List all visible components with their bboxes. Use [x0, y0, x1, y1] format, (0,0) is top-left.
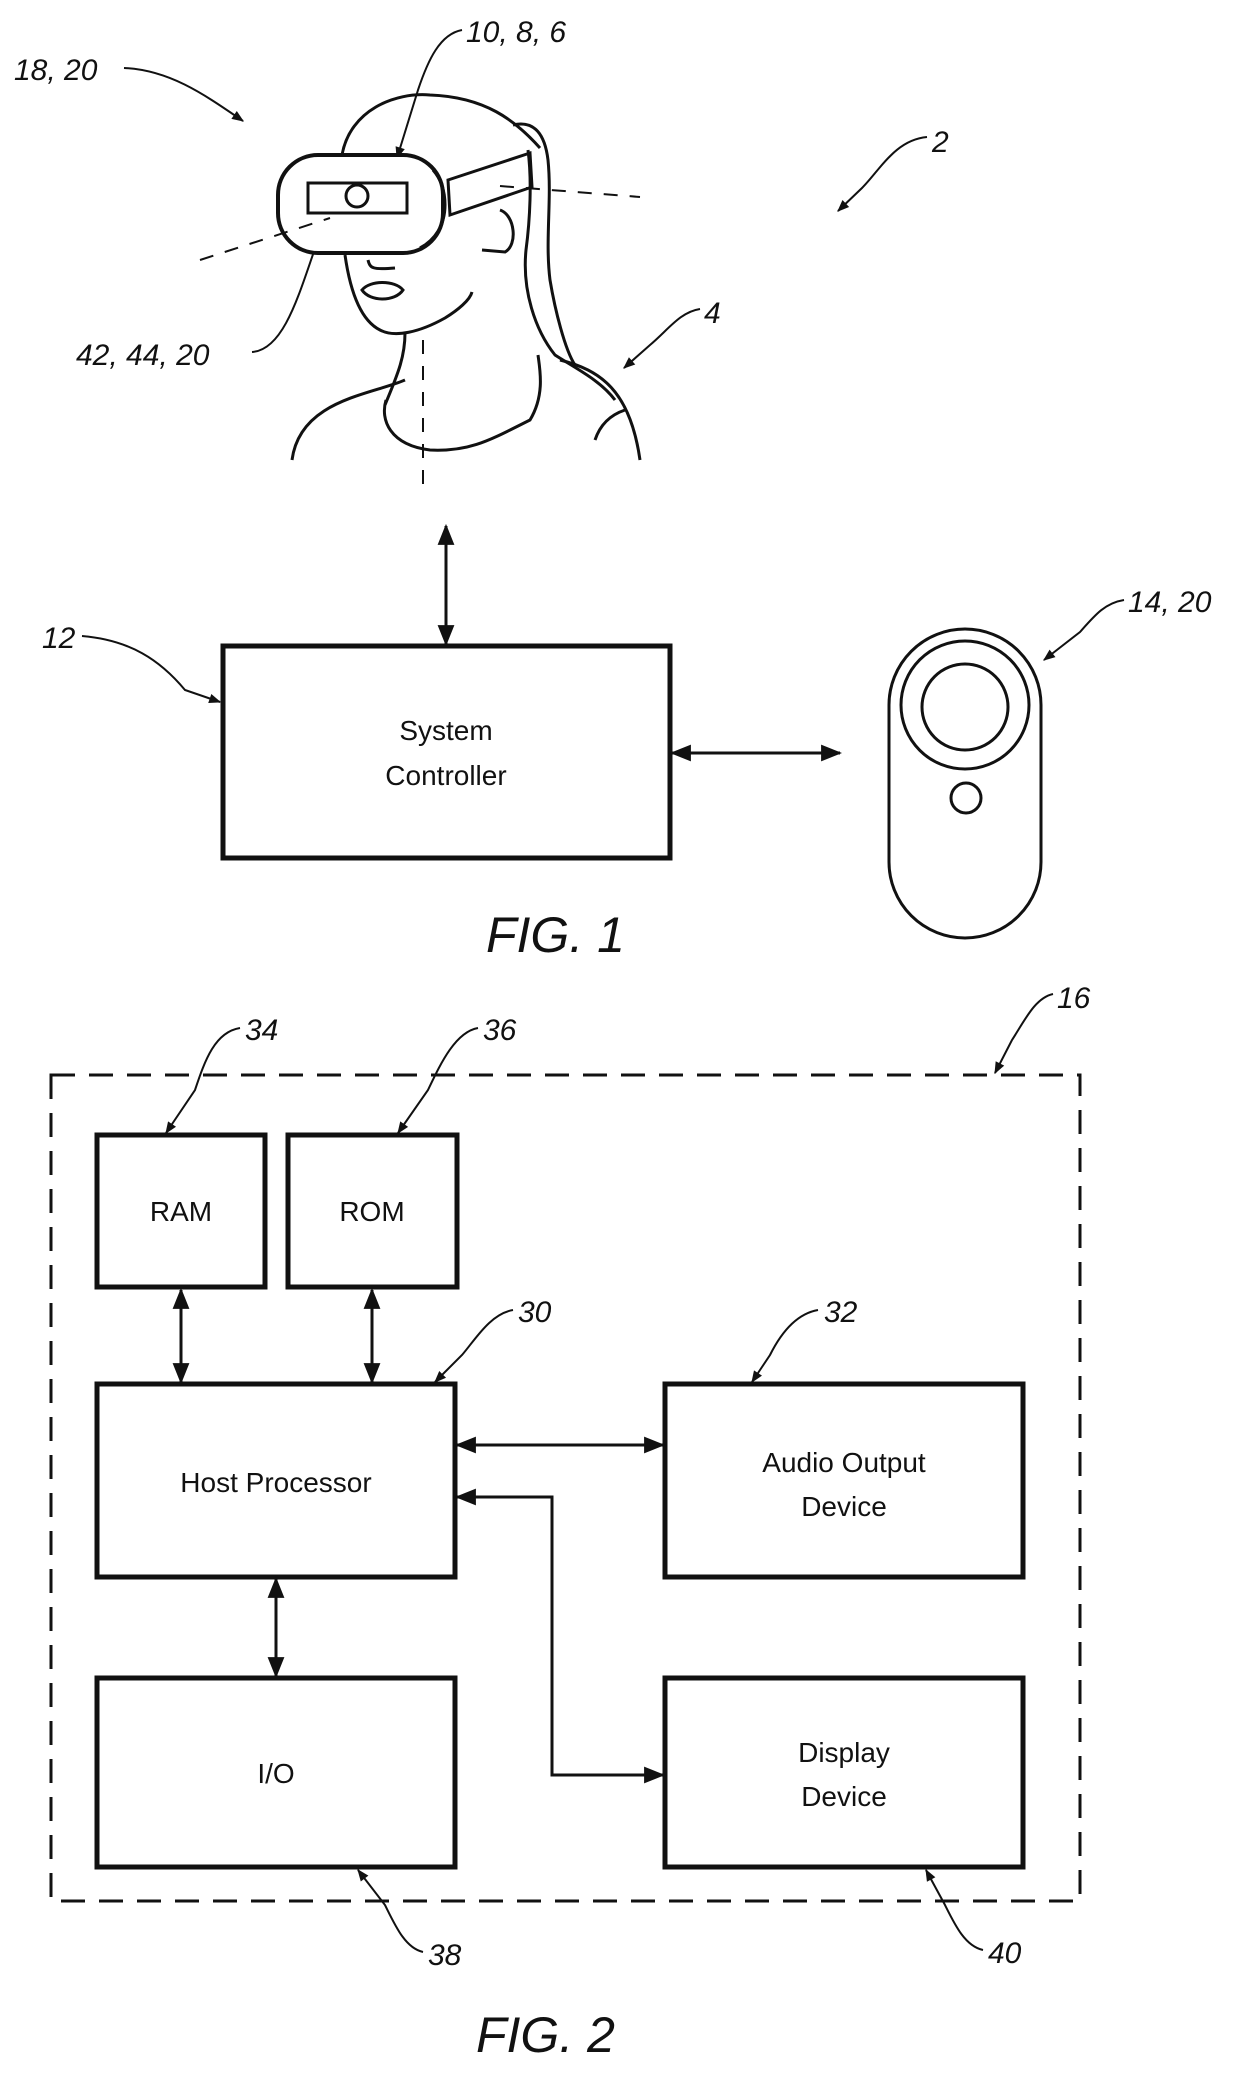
ram-label: RAM — [150, 1196, 212, 1227]
ponytail — [512, 122, 577, 366]
ear — [481, 208, 515, 254]
ref-label-audio: 32 — [824, 1296, 858, 1329]
ref-label-system-controller: 12 — [42, 622, 76, 655]
figure-1: 18, 20 10, 8, 6 2 4 42, 44, 20 System Co… — [14, 16, 1212, 963]
leader-arrow-system — [837, 136, 928, 212]
leader-arrow-io — [357, 1869, 424, 1953]
head-outline — [340, 93, 542, 156]
left-shoulder — [290, 378, 406, 461]
ref-label-ram: 34 — [245, 1014, 278, 1047]
display-device-box — [662, 1675, 1026, 1870]
leader-arrow-ram — [165, 1027, 241, 1134]
touchpad-icon — [920, 662, 1010, 752]
display-device-block: Display Device — [662, 1675, 1026, 1870]
leader-arrow-host — [434, 1309, 514, 1383]
nose — [366, 259, 396, 271]
user-with-headset-illustration — [276, 93, 642, 461]
display-device-label-line1: Display — [798, 1737, 890, 1768]
neckline — [382, 354, 542, 452]
io-label: I/O — [257, 1758, 294, 1789]
headset-strap — [446, 150, 534, 218]
figure-1-caption: FIG. 1 — [486, 907, 625, 963]
display-device-label-line2: Device — [801, 1781, 887, 1812]
leader-arrow-display — [925, 1868, 984, 1951]
handheld-controller-illustration — [887, 627, 1043, 940]
handheld-button — [949, 781, 983, 815]
drawing-canvas: 18, 20 10, 8, 6 2 4 42, 44, 20 System Co… — [14, 16, 1212, 2063]
system-controller-label-line2: Controller — [385, 760, 506, 791]
ref-label-io: 38 — [428, 1939, 462, 1972]
connector-host-display — [454, 1488, 666, 1784]
ref-label-rom: 36 — [483, 1014, 517, 1047]
ref-label-handheld: 14, 20 — [1128, 586, 1212, 619]
shoulder-blade — [593, 408, 626, 441]
system-controller-box — [220, 643, 673, 861]
leader-arrow-user — [623, 308, 701, 369]
lips — [360, 281, 405, 301]
leader-arrow-audio — [751, 1309, 819, 1383]
right-shoulder — [559, 358, 642, 461]
leader-arrow-rom — [397, 1027, 479, 1134]
ref-label-user: 4 — [704, 297, 721, 330]
figure-2: 16 RAM 34 ROM 36 Host Processor 30 Audio — [49, 982, 1091, 2063]
figure-2-caption: FIG. 2 — [476, 2007, 615, 2063]
ref-label-system: 2 — [931, 126, 949, 159]
system-controller-block: System Controller — [220, 643, 673, 861]
ref-label-enclosure: 16 — [1057, 982, 1091, 1015]
patent-drawing-sheet: 18, 20 10, 8, 6 2 4 42, 44, 20 System Co… — [0, 0, 1240, 2074]
ram-block: RAM — [94, 1132, 268, 1290]
host-processor-block: Host Processor — [94, 1381, 458, 1580]
neck-front — [383, 332, 407, 406]
ref-label-host: 30 — [518, 1296, 552, 1329]
audio-output-block: Audio Output Device — [662, 1381, 1026, 1580]
ref-label-sensors: 18, 20 — [14, 54, 98, 87]
host-processor-label: Host Processor — [180, 1467, 371, 1498]
audio-output-box — [662, 1381, 1026, 1580]
ref-label-eye-tracker: 42, 44, 20 — [76, 339, 210, 372]
audio-output-label-line1: Audio Output — [762, 1447, 926, 1478]
rom-block: ROM — [285, 1132, 460, 1290]
headset-visor — [276, 153, 445, 255]
system-controller-label-line1: System — [399, 715, 492, 746]
ref-label-display: 40 — [988, 1937, 1022, 1970]
leader-arrow-system-controller — [81, 635, 222, 704]
ref-label-headset: 10, 8, 6 — [466, 16, 566, 49]
rom-label: ROM — [339, 1196, 404, 1227]
audio-output-label-line2: Device — [801, 1491, 887, 1522]
leader-arrow-sensors — [123, 67, 244, 122]
io-block: I/O — [94, 1675, 458, 1870]
leader-arrow-handheld — [1043, 599, 1125, 661]
leader-arrow-enclosure — [994, 993, 1054, 1075]
